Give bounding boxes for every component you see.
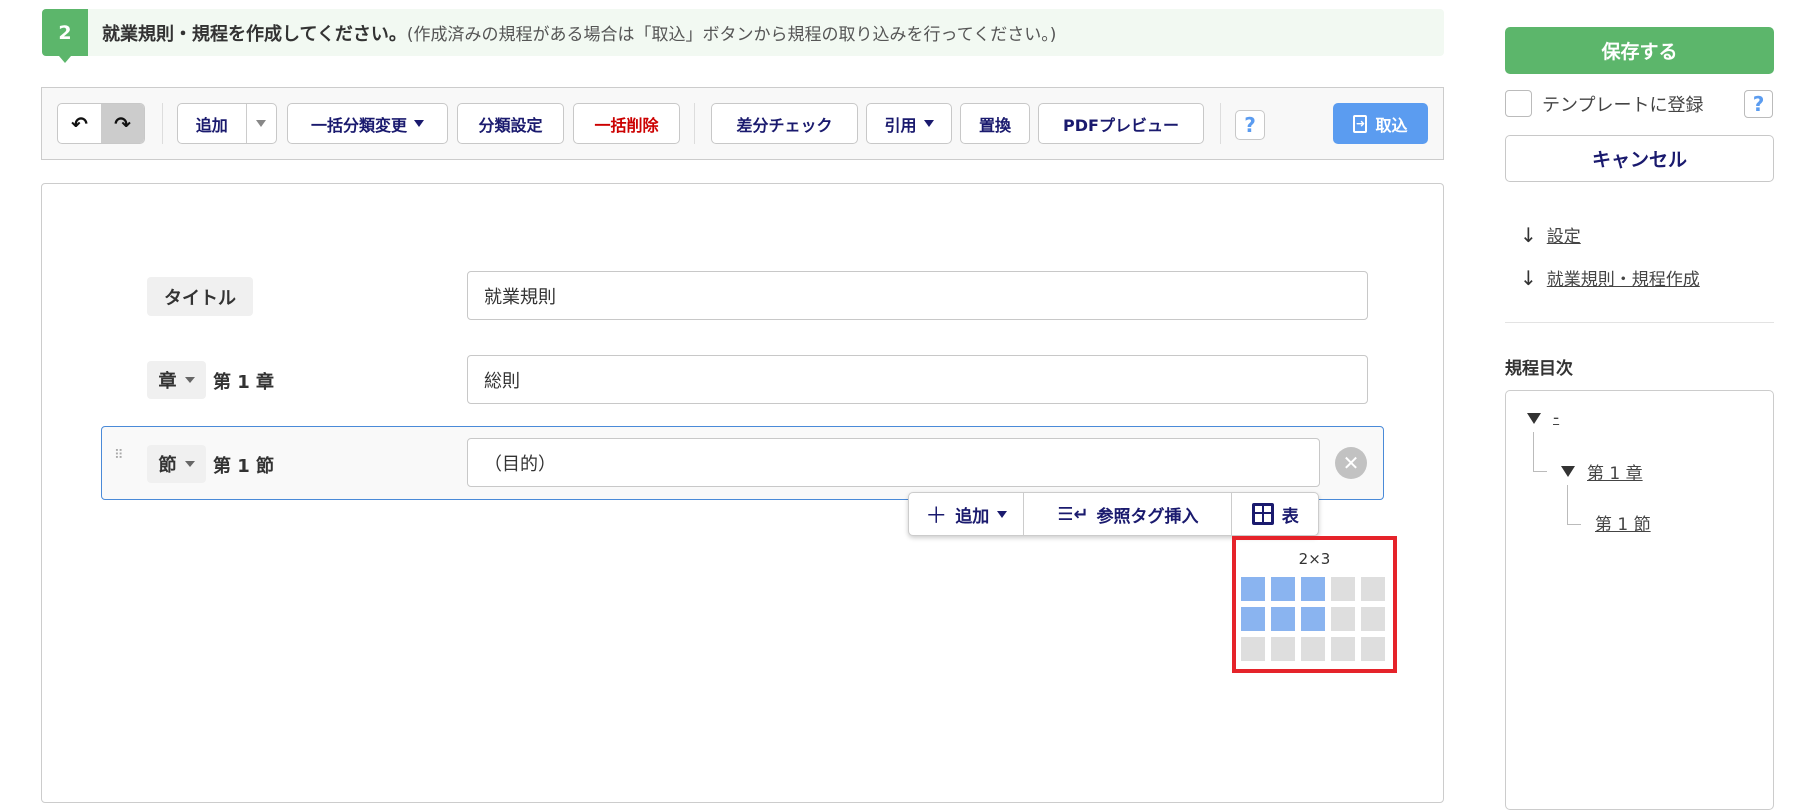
category-settings-button[interactable]: 分類設定 — [457, 103, 564, 144]
toc-section-label: 第 1 節 — [1595, 515, 1651, 535]
bulk-category-button[interactable]: 一括分類変更 — [287, 103, 448, 144]
chevron-down-icon — [923, 120, 934, 127]
ref-tag-label: 参照タグ挿入 — [1096, 506, 1199, 527]
instruction-text: 就業規則・規程を作成してください。 (作成済みの規程がある場合は「取込」ボタンから… — [102, 9, 1056, 56]
link-rules-creation[interactable]: ↓ 就業規則・規程作成 — [1520, 265, 1700, 291]
table-size-cell[interactable] — [1361, 607, 1385, 631]
chevron-down-icon — [184, 461, 195, 467]
bulk-category-label: 一括分類変更 — [310, 115, 407, 135]
section-title-input[interactable]: （目的） — [467, 438, 1320, 487]
table-size-cell[interactable] — [1301, 577, 1325, 601]
template-label: テンプレートに登録 — [1542, 95, 1704, 116]
table-size-cell[interactable] — [1301, 637, 1325, 661]
pdf-preview-button[interactable]: PDFプレビュー — [1038, 103, 1204, 144]
chevron-down-icon — [184, 377, 195, 383]
table-size-cell[interactable] — [1301, 607, 1325, 631]
link-label: 就業規則・規程作成 — [1546, 270, 1700, 290]
section-number: 第 1 節 — [213, 456, 275, 477]
toc-root-label: - — [1553, 408, 1560, 428]
replace-button[interactable]: 置換 — [960, 103, 1030, 144]
table-size-cell[interactable] — [1241, 637, 1265, 661]
add-button-group: 追加 — [177, 103, 277, 144]
instruction-title: 就業規則・規程を作成してください。 — [102, 23, 407, 45]
title-label: タイトル — [147, 277, 253, 316]
add-button[interactable]: 追加 — [178, 104, 247, 143]
link-settings[interactable]: ↓ 設定 — [1520, 222, 1581, 248]
instruction-note: (作成済みの規程がある場合は「取込」ボタンから規程の取り込みを行ってください。) — [406, 25, 1057, 45]
import-label: 取込 — [1375, 115, 1408, 135]
undo-icon[interactable]: ↶ — [58, 104, 101, 143]
toc-section[interactable]: 第 1 節 — [1595, 510, 1651, 535]
save-button[interactable]: 保存する — [1505, 27, 1774, 74]
template-help-button[interactable]: ? — [1744, 90, 1773, 118]
help-button[interactable]: ? — [1235, 110, 1265, 140]
table-size-cell[interactable] — [1331, 637, 1355, 661]
quote-label: 引用 — [884, 115, 917, 135]
divider — [162, 103, 163, 144]
triangle-down-icon[interactable] — [1527, 412, 1541, 424]
undo-redo-group: ↶ ↷ — [57, 103, 145, 144]
table-size-cell[interactable] — [1271, 577, 1295, 601]
chapter-type-label: 章 — [158, 371, 177, 392]
table-label: 表 — [1281, 506, 1299, 527]
arrow-down-icon: ↓ — [1520, 222, 1537, 247]
redo-icon[interactable]: ↷ — [101, 104, 144, 143]
table-size-cell[interactable] — [1271, 607, 1295, 631]
table-size-cell[interactable] — [1331, 577, 1355, 601]
step-badge: 2 — [42, 9, 88, 63]
import-button[interactable]: ➜ 取込 — [1333, 103, 1428, 144]
quote-button[interactable]: 引用 — [866, 103, 952, 144]
ref-tag-icon: ☰↵ — [1057, 503, 1089, 525]
arrow-down-icon: ↓ — [1520, 265, 1537, 290]
popup-add-label: 追加 — [955, 506, 990, 527]
diff-check-button[interactable]: 差分チェック — [711, 103, 858, 144]
insert-ref-tag-button[interactable]: ☰↵ 参照タグ挿入 — [1024, 493, 1233, 535]
bulk-delete-button[interactable]: 一括削除 — [573, 103, 680, 144]
plus-icon: ＋ — [925, 504, 948, 529]
tree-connector — [1567, 485, 1581, 525]
table-size-picker: 2×3 — [1232, 536, 1397, 673]
table-size-cell[interactable] — [1241, 577, 1265, 601]
table-size-cell[interactable] — [1331, 607, 1355, 631]
insert-popup: ＋ 追加 ☰↵ 参照タグ挿入 表 — [908, 492, 1319, 536]
add-dropdown[interactable] — [247, 120, 276, 127]
chevron-down-icon — [256, 120, 267, 127]
chapter-title-input[interactable]: 総則 — [467, 355, 1368, 404]
divider — [1220, 103, 1221, 144]
table-size-cell[interactable] — [1361, 637, 1385, 661]
toc-title: 規程目次 — [1505, 359, 1573, 379]
section-type-label: 節 — [158, 455, 177, 476]
table-size-cell[interactable] — [1361, 577, 1385, 601]
table-size-cell[interactable] — [1271, 637, 1295, 661]
chevron-down-icon — [414, 120, 424, 127]
divider — [1505, 322, 1774, 323]
toc-root[interactable]: - — [1527, 408, 1559, 428]
chapter-type-select[interactable]: 章 — [147, 361, 206, 399]
divider — [694, 103, 695, 144]
chapter-number: 第 1 章 — [213, 372, 275, 393]
toc-chapter-label: 第 1 章 — [1587, 464, 1643, 484]
triangle-down-icon[interactable] — [1561, 466, 1575, 477]
title-input[interactable]: 就業規則 — [467, 271, 1368, 320]
table-icon — [1251, 503, 1274, 525]
table-size-cell[interactable] — [1241, 607, 1265, 631]
cancel-button[interactable]: キャンセル — [1505, 135, 1774, 182]
file-import-icon: ➜ — [1353, 114, 1368, 133]
toc-chapter[interactable]: 第 1 章 — [1561, 459, 1643, 484]
popup-add-button[interactable]: ＋ 追加 — [909, 493, 1025, 535]
link-label: 設定 — [1546, 227, 1581, 247]
close-icon[interactable]: ✕ — [1335, 447, 1367, 479]
section-type-select[interactable]: 節 — [147, 445, 206, 483]
table-size-label: 2×3 — [1298, 550, 1331, 568]
tree-connector — [1533, 432, 1547, 472]
table-button[interactable]: 表 — [1232, 493, 1318, 535]
chevron-down-icon — [997, 510, 1008, 518]
template-checkbox[interactable] — [1505, 90, 1532, 117]
drag-handle-icon[interactable]: ⠿ — [114, 449, 126, 471]
